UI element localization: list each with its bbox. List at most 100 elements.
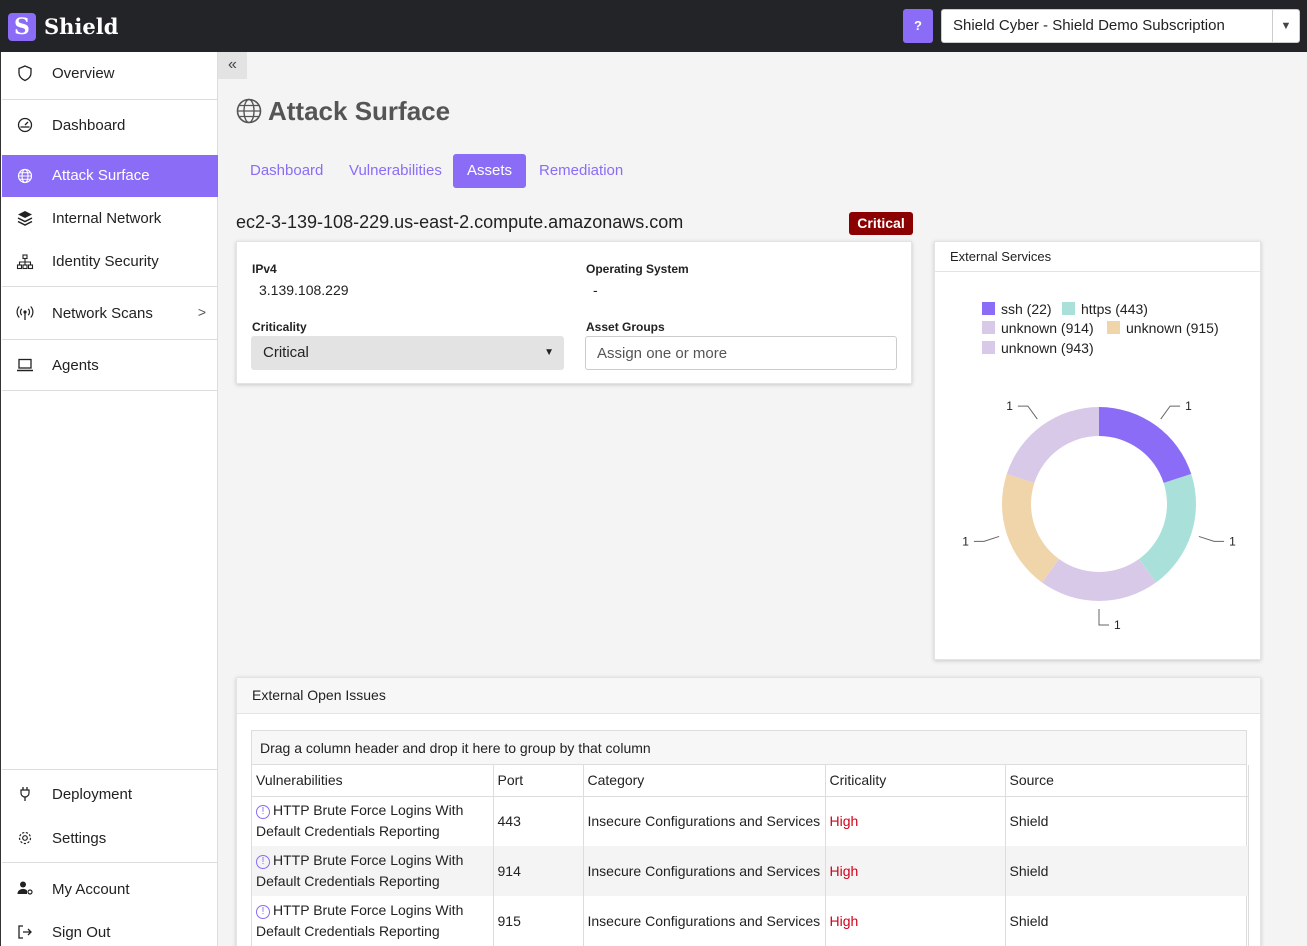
divider	[2, 390, 218, 391]
legend-item-unknown-943[interactable]: unknown (943)	[982, 340, 1094, 356]
external-open-issues-card: External Open Issues Drag a column heade…	[236, 677, 1261, 946]
label-leader-line	[1198, 535, 1225, 542]
category-cell: Insecure Configurations and Services	[583, 846, 826, 896]
org-chart-icon	[16, 254, 34, 270]
column-header-port[interactable]: Port	[493, 765, 584, 797]
sidebar-item-identity-security[interactable]: Identity Security	[2, 240, 218, 283]
slice-data-label: 1	[1114, 618, 1121, 632]
top-bar: S Shield ? Shield Cyber - Shield Demo Su…	[0, 0, 1307, 52]
globe-icon	[236, 98, 262, 124]
vulnerability-cell[interactable]: ! HTTP Brute Force Logins With Default Cr…	[252, 796, 494, 846]
os-value: -	[593, 282, 598, 298]
sidebar-item-label: My Account	[52, 881, 130, 898]
services-donut-chart: 1 1 1 1 1	[962, 399, 1236, 632]
table-row[interactable]: ! HTTP Brute Force Logins With Default Cr…	[252, 896, 1249, 946]
asset-groups-input[interactable]	[585, 336, 897, 370]
collapse-sidebar-button[interactable]: «	[218, 52, 247, 79]
gear-icon	[18, 831, 32, 845]
source-cell: Shield	[1005, 796, 1249, 846]
subscription-select[interactable]: Shield Cyber - Shield Demo Subscription …	[941, 9, 1300, 43]
group-by-drop-area[interactable]: Drag a column header and drop it here to…	[252, 731, 1246, 765]
sidebar-item-internal-network[interactable]: Internal Network	[2, 197, 218, 240]
sidebar-item-label: Agents	[52, 357, 99, 374]
source-cell: Shield	[1005, 846, 1249, 896]
sidebar-item-label: Attack Surface	[52, 167, 150, 184]
card-header: External Open Issues	[237, 678, 1260, 714]
issues-table: Vulnerabilities Port Category Criticalit…	[252, 765, 1249, 946]
asset-hostname: ec2-3-139-108-229.us-east-2.compute.amaz…	[236, 212, 684, 232]
table-row[interactable]: ! HTTP Brute Force Logins With Default Cr…	[252, 846, 1249, 896]
port-cell: 915	[493, 896, 584, 946]
sidebar-item-label: Dashboard	[52, 117, 126, 134]
table-row[interactable]: ! HTTP Brute Force Logins With Default Cr…	[252, 796, 1249, 846]
column-header-criticality[interactable]: Criticality	[825, 765, 1006, 797]
sidebar-item-overview[interactable]: Overview	[2, 52, 218, 99]
sidebar-item-network-scans[interactable]: Network Scans >	[2, 287, 218, 339]
external-services-card: External Services ssh (22) https (443) u…	[934, 241, 1261, 660]
os-label: Operating System	[586, 262, 689, 276]
column-header-vulnerabilities[interactable]: Vulnerabilities	[252, 765, 494, 797]
gauge-icon	[17, 117, 33, 133]
user-gear-icon	[17, 881, 33, 895]
help-button[interactable]: ?	[903, 9, 933, 43]
criticality-select-value: Critical	[263, 344, 309, 361]
sidebar-item-deployment[interactable]: Deployment	[2, 770, 218, 817]
sidebar-item-agents[interactable]: Agents	[2, 340, 218, 390]
criticality-cell: High	[825, 896, 1006, 946]
exclamation-circle-icon: !	[256, 905, 270, 919]
legend-label: unknown (914)	[1001, 320, 1094, 336]
sidebar-item-label: Identity Security	[52, 253, 159, 270]
legend-swatch	[982, 341, 995, 354]
exclamation-circle-icon: !	[256, 855, 270, 869]
vulnerability-cell[interactable]: ! HTTP Brute Force Logins With Default Cr…	[252, 896, 494, 946]
sidebar-item-sign-out[interactable]: Sign Out	[2, 908, 218, 946]
slice-data-label: 1	[1006, 399, 1013, 413]
subscription-value: Shield Cyber - Shield Demo Subscription	[953, 17, 1225, 34]
legend-item-unknown-914[interactable]: unknown (914)	[982, 320, 1094, 336]
caret-down-icon[interactable]: ▼	[1272, 10, 1299, 42]
vulnerability-cell[interactable]: ! HTTP Brute Force Logins With Default Cr…	[252, 846, 494, 896]
donut-slice[interactable]	[1099, 407, 1192, 483]
asset-groups-label: Asset Groups	[586, 320, 665, 334]
exclamation-circle-icon: !	[256, 805, 270, 820]
card-title: External Services	[950, 249, 1052, 264]
sidebar-item-label: Settings	[52, 830, 107, 847]
sidebar-item-settings[interactable]: Settings	[2, 817, 218, 862]
legend-item-ssh[interactable]: ssh (22)	[982, 301, 1052, 317]
brand-name[interactable]: Shield	[44, 13, 118, 41]
tab-vulnerabilities[interactable]: Vulnerabilities	[335, 154, 456, 188]
port-cell: 443	[493, 796, 584, 846]
column-header-category[interactable]: Category	[583, 765, 826, 797]
tab-assets[interactable]: Assets	[453, 154, 527, 188]
donut-slice[interactable]	[1002, 474, 1060, 583]
slice-data-label: 1	[1185, 399, 1192, 413]
double-chevron-left-icon: «	[228, 56, 237, 73]
label-leader-line	[1017, 405, 1038, 420]
asset-info-card: IPv4 3.139.108.229 Operating System - Cr…	[236, 241, 912, 384]
criticality-select[interactable]: Critical ▼	[251, 336, 564, 370]
sidebar-item-my-account[interactable]: My Account	[2, 863, 218, 908]
source-cell: Shield	[1005, 896, 1249, 946]
donut-slice[interactable]	[1138, 474, 1196, 583]
legend-swatch	[1062, 302, 1075, 315]
sidebar-item-label: Network Scans	[52, 305, 153, 322]
label-leader-line	[1160, 405, 1181, 420]
card-header: External Services	[935, 242, 1260, 272]
column-header-source[interactable]: Source	[1005, 765, 1249, 797]
table-header-row: Vulnerabilities Port Category Criticalit…	[252, 765, 1249, 797]
legend-item-unknown-915[interactable]: unknown (915)	[1107, 320, 1219, 336]
donut-slice[interactable]	[1041, 559, 1157, 601]
shield-icon	[18, 65, 32, 82]
donut-slice[interactable]	[1006, 407, 1099, 483]
shield-logo-icon[interactable]: S	[8, 13, 36, 41]
legend-label: ssh (22)	[1001, 301, 1052, 317]
caret-down-icon: ▼	[544, 347, 554, 358]
sidebar-item-dashboard[interactable]: Dashboard	[2, 100, 218, 152]
laptop-icon	[17, 358, 33, 372]
label-leader-line	[973, 535, 1000, 542]
sidebar-item-attack-surface[interactable]: Attack Surface	[2, 155, 218, 197]
tab-remediation[interactable]: Remediation	[525, 154, 637, 188]
chevron-right-icon[interactable]: >	[198, 304, 206, 320]
legend-item-https[interactable]: https (443)	[1062, 301, 1148, 317]
tab-dashboard[interactable]: Dashboard	[236, 154, 337, 188]
